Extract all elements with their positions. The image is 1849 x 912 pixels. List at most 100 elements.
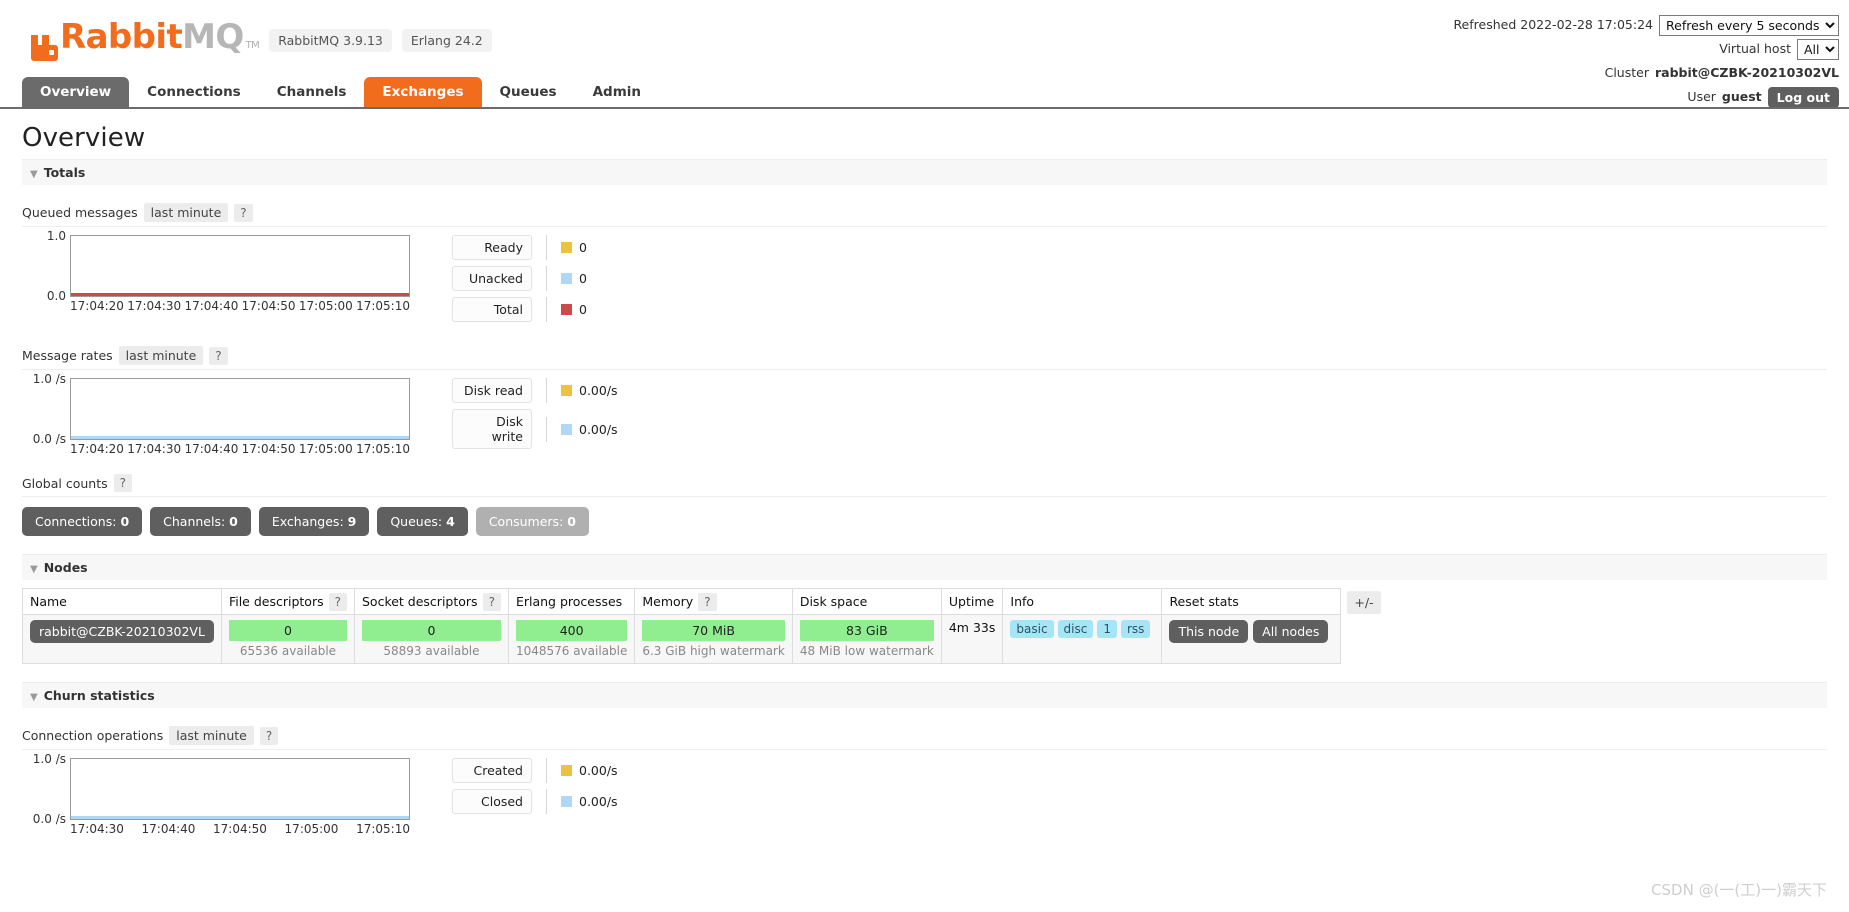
app-root: RabbitMQTM RabbitMQ 3.9.13 Erlang 24.2 R… [0, 0, 1849, 912]
count-label: Queues: [390, 514, 446, 529]
chart-plot-area[interactable]: 1.0 /s0.0 /s [70, 758, 410, 820]
column-label: Info [1010, 594, 1034, 609]
socket-descriptors-cell: 058893 available [354, 615, 508, 664]
info-badge-disc[interactable]: disc [1058, 620, 1094, 638]
memory-bar: 70 MiB [642, 620, 784, 641]
legend-color-swatch [561, 765, 572, 776]
count-value: 4 [446, 514, 455, 529]
tab-queues[interactable]: Queues [482, 77, 575, 107]
chart-plot-area[interactable]: 1.0 /s0.0 /s [70, 378, 410, 440]
column-label: Reset stats [1169, 594, 1238, 609]
table-row: rabbit@CZBK-20210302VL 065536 available05… [23, 615, 1341, 664]
nodes-col-erlang-processes[interactable]: Erlang processes [508, 589, 634, 615]
nodes-col-socket-descriptors[interactable]: Socket descriptors? [354, 589, 508, 615]
vhost-select[interactable]: All [1797, 39, 1839, 60]
chart-x-axis: 17:04:2017:04:3017:04:4017:04:5017:05:00… [70, 442, 410, 456]
nodes-col-disk-space[interactable]: Disk space [792, 589, 941, 615]
chart-y-tick-max: 1.0 /s [33, 372, 66, 386]
tab-overview[interactable]: Overview [22, 77, 129, 107]
legend-series-value: 0 [546, 266, 587, 291]
chart-x-tick: 17:04:20 [70, 299, 124, 313]
global-count-queues[interactable]: Queues: 4 [377, 507, 467, 536]
tab-connections[interactable]: Connections [129, 77, 259, 107]
columns-toggle-button[interactable]: +/- [1347, 591, 1380, 614]
chart-x-tick: 17:04:30 [127, 299, 181, 313]
column-help-icon[interactable]: ? [329, 593, 347, 611]
legend-series-button[interactable]: Total [452, 297, 532, 322]
info-badge-1[interactable]: 1 [1097, 620, 1117, 638]
chart-help-icon[interactable]: ? [260, 727, 278, 745]
legend-series-value: 0.00/s [546, 417, 618, 442]
nodes-col-file-descriptors[interactable]: File descriptors? [221, 589, 354, 615]
global-count-connections[interactable]: Connections: 0 [22, 507, 142, 536]
chart-range-chip[interactable]: last minute [144, 203, 229, 222]
logo-text-primary: Rabbit [60, 17, 182, 57]
chart-y-tick-min: 0.0 [47, 289, 66, 303]
legend-series-value: 0 [546, 235, 587, 260]
chart-y-tick-max: 1.0 [47, 229, 66, 243]
section-header-churn[interactable]: ▼Churn statistics [22, 682, 1827, 708]
legend-series-button[interactable]: Disk read [452, 378, 532, 403]
global-count-consumers[interactable]: Consumers: 0 [476, 507, 589, 536]
reset-stats-all-nodes-button[interactable]: All nodes [1253, 620, 1328, 643]
refreshed-timestamp: Refreshed 2022-02-28 17:05:24 [1453, 14, 1653, 36]
node-name-cell: rabbit@CZBK-20210302VL [23, 615, 222, 664]
global-count-channels[interactable]: Channels: 0 [150, 507, 251, 536]
global-counts-help-icon[interactable]: ? [114, 474, 132, 492]
legend-series-number: 0 [579, 302, 587, 317]
info-cell: basic disc1rss [1003, 615, 1162, 664]
nodes-col-name[interactable]: Name [23, 589, 222, 615]
legend-series-button[interactable]: Created [452, 758, 532, 783]
legend-series-button[interactable]: Ready [452, 235, 532, 260]
chart-x-tick: 17:04:30 [127, 442, 181, 456]
memory-cell: 70 MiB6.3 GiB high watermark [635, 615, 792, 664]
chart-baseline-series [71, 293, 409, 296]
legend-series-button[interactable]: Unacked [452, 266, 532, 291]
rabbitmq-logo[interactable]: RabbitMQTM RabbitMQ 3.9.13 Erlang 24.2 [28, 22, 492, 61]
chart-queued-messages: Queued messageslast minute?1.00.017:04:2… [22, 203, 1827, 328]
disk-space-sub: 48 MiB low watermark [800, 641, 934, 658]
file-descriptors-cell: 065536 available [221, 615, 354, 664]
legend-series-number: 0.00/s [579, 763, 618, 778]
column-help-icon[interactable]: ? [698, 593, 716, 611]
chart-x-tick: 17:04:40 [142, 822, 196, 836]
count-value: 0 [567, 514, 576, 529]
chart-legend-row: Created 0.00/s [452, 758, 618, 783]
count-label: Connections: [35, 514, 120, 529]
tab-exchanges[interactable]: Exchanges [364, 77, 481, 107]
legend-series-button[interactable]: Disk write [452, 409, 532, 449]
tab-channels[interactable]: Channels [259, 77, 365, 107]
info-badge-rss[interactable]: rss [1121, 620, 1150, 638]
disk-space-cell: 83 GiB48 MiB low watermark [792, 615, 941, 664]
nodes-col-info[interactable]: Info [1003, 589, 1162, 615]
nodes-col-memory[interactable]: Memory? [635, 589, 792, 615]
chart-range-chip[interactable]: last minute [169, 726, 254, 745]
chart-header: Queued messageslast minute? [22, 203, 1827, 227]
legend-series-number: 0.00/s [579, 383, 618, 398]
refresh-interval-select[interactable]: Refresh every 5 seconds [1659, 15, 1839, 36]
section-header-totals[interactable]: ▼Totals [22, 159, 1827, 185]
chart-range-chip[interactable]: last minute [119, 346, 204, 365]
chart-legend-row: Disk write 0.00/s [452, 409, 618, 449]
nodes-col-reset-stats[interactable]: Reset stats [1162, 589, 1341, 615]
chart-body: 1.0 /s0.0 /s 17:04:2017:04:3017:04:4017:0… [22, 378, 1827, 456]
chart-help-icon[interactable]: ? [209, 347, 227, 365]
file-descriptors-sub: 65536 available [229, 641, 347, 658]
chart-x-tick: 17:05:10 [356, 442, 410, 456]
column-label: File descriptors [229, 594, 324, 609]
nodes-col-uptime[interactable]: Uptime [941, 589, 1003, 615]
legend-color-swatch [561, 385, 572, 396]
tab-admin[interactable]: Admin [575, 77, 659, 107]
reset-stats-this-node-button[interactable]: This node [1169, 620, 1248, 643]
chart-plot-container: 1.00.017:04:2017:04:3017:04:4017:04:5017… [70, 235, 410, 313]
info-badge-basic[interactable]: basic [1010, 620, 1053, 638]
chart-plot-area[interactable]: 1.00.0 [70, 235, 410, 297]
global-count-exchanges[interactable]: Exchanges: 9 [259, 507, 369, 536]
section-header-nodes[interactable]: ▼Nodes [22, 554, 1827, 580]
chart-y-tick-min: 0.0 /s [33, 812, 66, 826]
node-name-link[interactable]: rabbit@CZBK-20210302VL [30, 620, 214, 643]
legend-series-button[interactable]: Closed [452, 789, 532, 814]
chart-help-icon[interactable]: ? [234, 204, 252, 222]
column-help-icon[interactable]: ? [483, 593, 501, 611]
count-label: Exchanges: [272, 514, 348, 529]
